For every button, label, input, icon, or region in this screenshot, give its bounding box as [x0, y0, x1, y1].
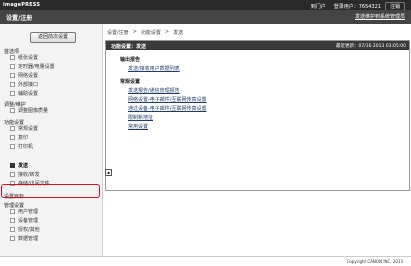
bullet-icon: [10, 126, 15, 131]
sidebar-item-printer[interactable]: 打印机: [10, 144, 96, 151]
section-preferences: 首选项: [4, 49, 20, 55]
bullet-icon: [10, 82, 15, 87]
sidebar-item-common[interactable]: 常规设置: [10, 126, 96, 133]
bullet-icon: [10, 73, 15, 78]
highlight-frame: [1, 184, 100, 198]
sidebar-item-accessibility[interactable]: 辅助设置: [10, 91, 96, 98]
panel-title: 功能设置：发送: [111, 44, 147, 50]
bullet-icon: [10, 91, 15, 96]
sidebar-item-copy[interactable]: 复印: [10, 135, 96, 142]
section-management: 管理设置: [4, 203, 25, 209]
bullet-icon: [10, 172, 15, 177]
bullet-icon: [10, 55, 15, 60]
bullet-icon: [10, 209, 15, 214]
copyright: Copyright CANON INC. 2013: [346, 259, 403, 264]
breadcrumb-current: 发送: [173, 30, 184, 36]
sidebar: 返回前次设置 首选项 纸张设置 定时器/电量设置 网络设置 外部接口 辅助设置 …: [0, 24, 103, 256]
section-title-output: 输出报告: [120, 57, 141, 63]
sidebar-item-receive[interactable]: 接收/转发: [10, 172, 96, 179]
sidebar-item-users[interactable]: 用户管理: [10, 209, 96, 216]
section-title-common: 常规设置: [120, 79, 141, 85]
page-title: 设置/注册: [6, 15, 33, 22]
breadcrumb-settings[interactable]: 设置/注册: [106, 29, 130, 36]
sidebar-item-paper[interactable]: 纸张设置: [10, 55, 96, 62]
link-device-mail[interactable]: 通过设备-电子邮件/互联网传真设置: [128, 105, 207, 112]
sidebar-item-device[interactable]: 设备管理: [10, 218, 96, 225]
sidebar-item-license[interactable]: 授权/其他: [10, 227, 96, 234]
link-network-mail[interactable]: 网络设置-电子邮件/互联网传真设置: [128, 96, 207, 103]
breadcrumb: 设置/注册 > 功能设置 > 发送: [106, 29, 184, 36]
back-button[interactable]: 返回前次设置: [30, 32, 76, 43]
title-bar: 设置/注册 发送维护到系统管理员: [0, 10, 411, 24]
bullet-icon: [10, 163, 15, 168]
app-logo: imagePRESS: [3, 2, 41, 8]
logged-in-user: 登录用户：7654321: [333, 4, 381, 10]
top-bar: imagePRESS 到门户 登录用户：7654321 注销: [0, 0, 411, 11]
sidebar-item-network[interactable]: 网络设置: [10, 73, 96, 80]
sidebar-item-send[interactable]: 发送: [10, 163, 96, 170]
section-function: 功能设置: [4, 120, 25, 126]
main-content: 设置/注册 > 功能设置 > 发送 功能设置：发送 最近更新：07/16 201…: [102, 24, 411, 256]
bullet-icon: [10, 144, 15, 149]
portal-link[interactable]: 到门户: [307, 3, 330, 10]
breadcrumb-separator: >: [164, 29, 170, 35]
bullet-icon: [10, 135, 15, 140]
panel-status: 最近更新：07/16 2013 03:05:00: [336, 44, 406, 49]
page-top-icon[interactable]: ▪: [105, 169, 112, 176]
link-user-data-list[interactable]: 发送/接收用户数据列表: [128, 65, 180, 72]
link-send-report[interactable]: 发送报告/通信管理报告: [128, 87, 180, 94]
panel-header: 功能设置：发送 最近更新：07/16 2013 03:05:00: [106, 41, 409, 50]
link-restrict-address[interactable]: 限制新地址: [128, 114, 153, 121]
sidebar-item-interface[interactable]: 外部接口: [10, 82, 96, 89]
bullet-icon: [10, 64, 15, 69]
sidebar-item-data[interactable]: 数据管理: [10, 236, 96, 243]
bullet-icon: [10, 218, 15, 223]
bullet-icon: [10, 108, 15, 113]
bullet-icon: [10, 236, 15, 241]
bullet-icon: [10, 227, 15, 232]
breadcrumb-function[interactable]: 功能设置: [140, 29, 162, 36]
sidebar-item-timer[interactable]: 定时器/电量设置: [10, 64, 96, 71]
sidebar-item-image-quality[interactable]: 调整图像质量: [10, 108, 96, 115]
link-common-settings[interactable]: 常用设置: [128, 123, 148, 130]
settings-panel: 功能设置：发送 最近更新：07/16 2013 03:05:00 输出报告 发送…: [105, 40, 410, 191]
section-adjust: 调整/维护: [4, 102, 26, 108]
send-maintenance-link[interactable]: 发送维护到系统管理员: [355, 13, 405, 20]
breadcrumb-separator: >: [132, 29, 137, 35]
